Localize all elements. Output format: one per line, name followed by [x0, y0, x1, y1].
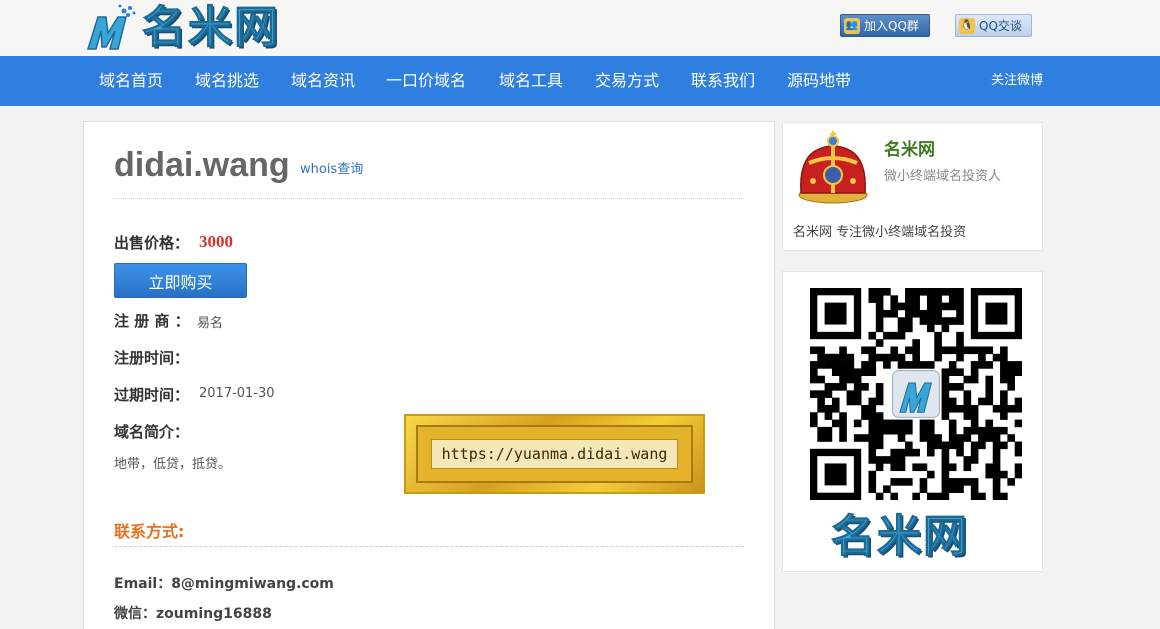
crown-avatar-icon	[798, 131, 868, 204]
follow-weibo-link[interactable]: 关注微博	[991, 56, 1043, 106]
join-qq-group-label: 加入QQ群	[864, 19, 919, 33]
buy-now-button[interactable]: 立即购买	[114, 263, 247, 298]
intro-label: 域名简介：	[114, 423, 190, 441]
qr-card: 名米网	[782, 271, 1043, 572]
contact-wechat: 微信：zouming16888	[114, 606, 272, 622]
top-header: 名米网 👥 加入QQ群 🐧 QQ交谈	[0, 0, 1160, 56]
banner-frame: https://yuanma.didai.wang	[416, 425, 693, 483]
reg-time-label: 注册时间：	[114, 349, 190, 367]
nav-item-trade[interactable]: 交易方式	[595, 56, 659, 106]
qr-code-icon	[810, 288, 1022, 500]
profile-subtitle: 微小终端域名投资人	[884, 169, 1002, 184]
domain-detail-panel: didai.wang whois查询 出售价格： 3000 立即购买 注 册 商…	[83, 121, 775, 629]
qq-chat-button[interactable]: 🐧 QQ交谈	[955, 14, 1032, 37]
whois-link[interactable]: whois查询	[300, 158, 363, 177]
price-label: 出售价格：	[114, 234, 190, 252]
profile-name[interactable]: 名米网	[884, 135, 935, 160]
nav-item-pick[interactable]: 域名挑选	[195, 56, 259, 106]
price-value: 3000	[199, 232, 233, 251]
divider	[114, 546, 744, 547]
profile-card: 名米网 微小终端域名投资人 名米网 专注微小终端域名投资	[782, 122, 1043, 251]
profile-description: 名米网 专注微小终端域名投资	[793, 225, 967, 240]
qq-penguin-icon: 🐧	[959, 17, 975, 34]
contact-title: 联系方式:	[114, 522, 185, 541]
nav-item-home[interactable]: 域名首页	[99, 56, 163, 106]
qr-brand-text: 名米网	[831, 511, 969, 563]
nav-item-news[interactable]: 域名资讯	[291, 56, 355, 106]
domain-title: didai.wang	[114, 146, 290, 184]
expire-value: 2017-01-30	[199, 386, 275, 401]
nav-item-tools[interactable]: 域名工具	[499, 56, 563, 106]
nav-item-contact[interactable]: 联系我们	[691, 56, 755, 106]
source-banner[interactable]: https://yuanma.didai.wang	[404, 414, 705, 494]
banner-url: https://yuanma.didai.wang	[431, 439, 678, 469]
contact-email: Email：8@mingmiwang.com	[114, 576, 334, 592]
logo-mark-icon	[86, 4, 136, 50]
registrar-value: 易名	[197, 316, 224, 331]
expire-label: 过期时间：	[114, 386, 190, 404]
qq-group-icon: 👥	[844, 17, 860, 34]
divider	[114, 198, 744, 199]
logo-text: 名米网	[142, 2, 280, 53]
qq-chat-label: QQ交谈	[979, 19, 1022, 33]
intro-text: 地带，低贷，抵贷。	[114, 457, 232, 472]
registrar-label: 注 册 商 ：	[114, 312, 190, 330]
nav-item-source[interactable]: 源码地带	[787, 56, 851, 106]
site-logo[interactable]: 名米网	[84, 2, 280, 54]
join-qq-group-button[interactable]: 👥 加入QQ群	[840, 14, 930, 37]
nav-item-fixed-price[interactable]: 一口价域名	[386, 56, 466, 106]
main-nav: 域名首页 域名挑选 域名资讯 一口价域名 域名工具 交易方式 联系我们 源码地带…	[0, 56, 1160, 106]
